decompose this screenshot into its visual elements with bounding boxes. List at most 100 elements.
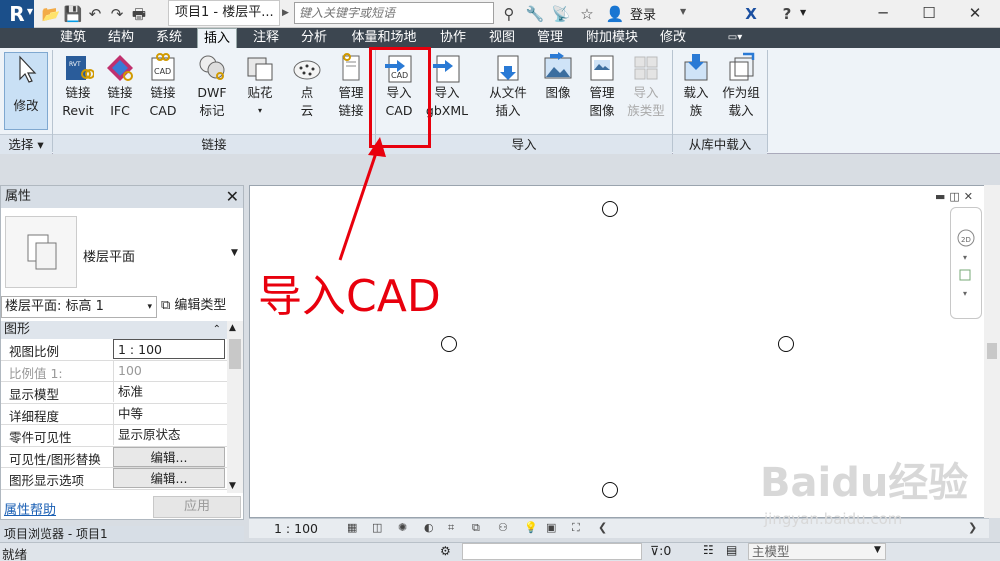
- close-icon[interactable]: ✕: [226, 186, 239, 208]
- open-icon[interactable]: 📂: [40, 3, 62, 25]
- tab-manage[interactable]: 管理: [533, 28, 567, 48]
- vg-overrides-edit-button[interactable]: 编辑...: [113, 446, 225, 467]
- display-model-field[interactable]: 标准: [113, 382, 225, 402]
- tab-architecture[interactable]: 建筑: [56, 28, 90, 48]
- search-expand-icon[interactable]: ▶: [282, 3, 294, 23]
- link-ifc-button[interactable]: 链接 IFC: [100, 52, 140, 134]
- binoculars-icon[interactable]: ⚲: [498, 3, 520, 25]
- search-input[interactable]: [294, 2, 494, 24]
- sun-path-icon[interactable]: ✺: [398, 521, 407, 534]
- tab-collaborate[interactable]: 协作: [436, 28, 470, 48]
- chevron-right-icon[interactable]: ❯: [968, 521, 977, 534]
- close-icon[interactable]: ✕: [952, 0, 998, 28]
- reveal-hidden-icon[interactable]: 💡: [524, 521, 538, 534]
- workset-selector[interactable]: [462, 543, 642, 560]
- user-icon[interactable]: 👤: [604, 3, 626, 25]
- load-as-group-icon: [729, 52, 755, 81]
- point-cloud-button[interactable]: 点 云: [288, 52, 326, 134]
- link-cad-button[interactable]: CAD 链接 CAD: [143, 52, 183, 134]
- dwf-markup-button[interactable]: DWF 标记: [189, 52, 235, 134]
- tab-modify[interactable]: 修改: [656, 28, 690, 48]
- chevron-down-icon[interactable]: ▼: [800, 8, 806, 17]
- property-rows: 视图比例 1 : 100 比例值 1: 100 显示模型 标准 详细程度 中等 零件可见…: [1, 339, 227, 490]
- panel-select-label[interactable]: 选择 ▾: [0, 134, 52, 154]
- visual-style-icon[interactable]: ◫: [372, 521, 382, 534]
- apply-button[interactable]: 应用: [153, 496, 241, 518]
- wrench-icon[interactable]: 🔧: [524, 3, 546, 25]
- satellite-icon[interactable]: 📡: [550, 3, 572, 25]
- chevron-down-icon[interactable]: ▼: [231, 248, 238, 258]
- manage-links-button[interactable]: 管理 链接: [332, 52, 370, 134]
- tab-massing-site[interactable]: 体量和场地: [346, 28, 422, 48]
- detail-level-field[interactable]: 中等: [113, 403, 225, 424]
- elevation-marker-east[interactable]: [778, 336, 794, 352]
- type-preview-icon: [5, 216, 77, 288]
- import-family-types-button[interactable]: 导入 族类型: [624, 52, 668, 134]
- save-icon[interactable]: 💾: [62, 3, 84, 25]
- star-icon[interactable]: ☆: [576, 3, 598, 25]
- design-options-icon[interactable]: ☷: [703, 543, 714, 557]
- print-icon[interactable]: 🖶: [128, 3, 150, 25]
- collapse-icon[interactable]: ⌃: [213, 321, 221, 339]
- constraints-icon[interactable]: ⛶: [572, 521, 580, 535]
- view-instance-selector[interactable]: 楼层平面: 标高 1 ▾: [1, 296, 157, 318]
- link-revit-button[interactable]: RVT 链接 Revit: [58, 52, 98, 134]
- tab-annotate[interactable]: 注释: [249, 28, 283, 48]
- chevron-left-icon[interactable]: ❮: [598, 521, 607, 534]
- temporary-hide-icon[interactable]: ⚇: [498, 521, 508, 534]
- editing-requests-icon[interactable]: ▤: [726, 543, 737, 557]
- app-menu-button[interactable]: R ▼: [0, 0, 34, 28]
- tab-systems[interactable]: 系统: [152, 28, 186, 48]
- ribbon-minimize-icon[interactable]: ▭▾: [718, 28, 752, 48]
- property-row: 显示模型 标准: [1, 382, 227, 404]
- tab-analyze[interactable]: 分析: [297, 28, 331, 48]
- minimize-icon[interactable]: ─: [860, 0, 906, 28]
- show-crop-icon[interactable]: ⧉: [472, 521, 480, 535]
- help-icon[interactable]: ?: [776, 3, 798, 25]
- maximize-icon[interactable]: ☐: [906, 0, 952, 28]
- tab-view[interactable]: 视图: [485, 28, 519, 48]
- canvas-scrollbar[interactable]: [984, 185, 1000, 518]
- properties-scrollbar[interactable]: ▲ ▼: [227, 321, 243, 493]
- graphics-section-header[interactable]: 图形 ⌃: [1, 321, 227, 339]
- insert-from-file-button[interactable]: 从文件 插入: [484, 52, 532, 134]
- point-cloud-icon: [293, 60, 321, 80]
- exchange-icon[interactable]: X: [740, 3, 762, 25]
- view-scale-field[interactable]: 1 : 100: [113, 339, 225, 359]
- view-window-controls[interactable]: ▬◫✕: [935, 190, 977, 203]
- load-family-button[interactable]: 载入 族: [676, 52, 716, 134]
- graphic-display-options-edit-button[interactable]: 编辑...: [113, 468, 225, 488]
- edit-type-button[interactable]: ⧉ 编辑类型: [161, 296, 226, 318]
- detail-level-icon[interactable]: ▦: [347, 521, 357, 534]
- load-as-group-button[interactable]: 作为组 载入: [718, 52, 764, 134]
- chevron-down-icon[interactable]: ▼: [680, 7, 686, 16]
- login-link[interactable]: 登录: [630, 4, 656, 23]
- tab-structure[interactable]: 结构: [104, 28, 138, 48]
- chevron-down-icon: ▾: [257, 106, 262, 115]
- annotation-label: 导入CAD: [258, 271, 441, 322]
- properties-help-link[interactable]: 属性帮助: [4, 499, 56, 518]
- undo-icon[interactable]: ↶: [84, 3, 106, 25]
- parts-visibility-field[interactable]: 显示原状态: [113, 425, 225, 445]
- view-scale-button[interactable]: 1 : 100: [274, 521, 318, 536]
- redo-icon[interactable]: ↷: [106, 3, 128, 25]
- tab-insert[interactable]: 插入: [197, 28, 237, 48]
- elevation-marker-south[interactable]: [602, 482, 618, 498]
- design-option-selector[interactable]: 主模型: [748, 543, 886, 560]
- decal-button[interactable]: 贴花 ▾: [240, 52, 280, 134]
- image-button[interactable]: 图像: [538, 52, 578, 134]
- selection-filter[interactable]: ⊽:0: [650, 543, 671, 558]
- chevron-down-icon[interactable]: ▼: [874, 545, 881, 555]
- analytical-model-icon[interactable]: ▣: [546, 521, 556, 534]
- elevation-marker-west[interactable]: [441, 336, 457, 352]
- elevation-marker-north[interactable]: [602, 201, 618, 217]
- tab-add-ins[interactable]: 附加模块: [582, 28, 642, 48]
- crop-view-icon[interactable]: ⌗: [448, 521, 454, 535]
- shadows-icon[interactable]: ◐: [424, 521, 434, 534]
- manage-images-button[interactable]: 管理 图像: [582, 52, 622, 134]
- svg-text:▾: ▾: [963, 253, 967, 262]
- navigation-bar[interactable]: 2D ▾ ▾: [950, 207, 982, 319]
- modify-button[interactable]: 修改: [4, 52, 48, 130]
- workset-icon[interactable]: ⚙: [440, 544, 451, 558]
- type-name[interactable]: 楼层平面: [83, 246, 135, 265]
